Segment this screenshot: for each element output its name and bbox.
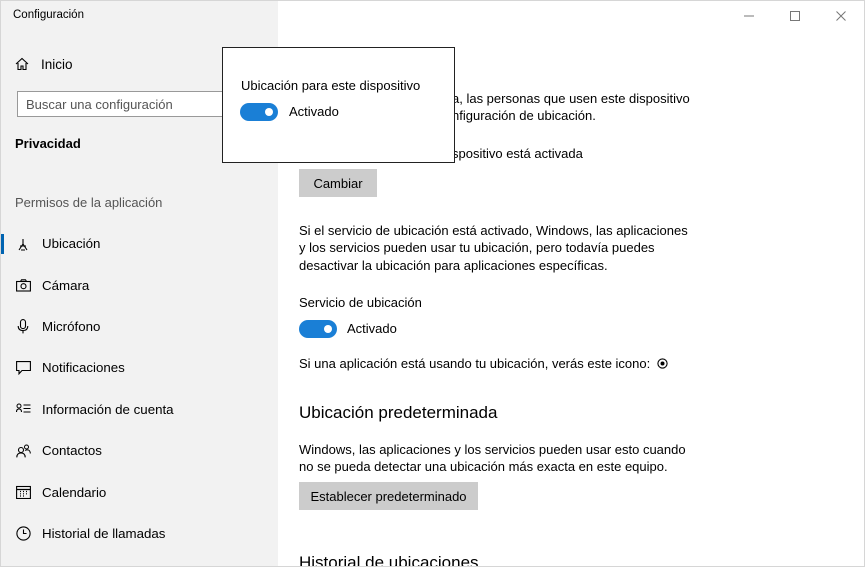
notifications-icon (15, 360, 31, 376)
service-description-line3: desactivar la ubicación para aplicacione… (299, 258, 608, 273)
sidebar-item-label: Cámara (42, 277, 90, 293)
minimize-icon (744, 15, 754, 17)
sidebar-item-label: Contactos (42, 443, 102, 459)
location-icon-note: Si una aplicación está usando tu ubicaci… (299, 355, 668, 373)
sidebar-item-label: Ubicación (42, 236, 101, 252)
sidebar-item-label: Información de cuenta (42, 401, 174, 417)
intro-text-line2: nfiguración de ubicación. (452, 108, 596, 123)
location-service-toggle[interactable] (299, 320, 337, 338)
calendar-icon (15, 484, 31, 500)
contacts-icon (15, 443, 31, 459)
maximize-button[interactable] (772, 1, 818, 31)
sidebar-item-contacts[interactable]: Contactos (1, 430, 278, 471)
device-status-text: spositivo está activada (452, 146, 583, 161)
sidebar-item-location[interactable]: Ubicación (1, 223, 278, 264)
service-state-label: Activado (347, 321, 397, 336)
service-label: Servicio de ubicación (299, 295, 422, 310)
home-icon (15, 57, 29, 71)
default-description-line1: Windows, las aplicaciones y los servicio… (299, 442, 686, 457)
set-default-button[interactable]: Establecer predeterminado (299, 482, 478, 510)
service-description-line2: y los servicios pueden usar tu ubicación… (299, 240, 655, 255)
maximize-icon (790, 11, 800, 21)
sidebar-item-label: Calendario (42, 484, 107, 500)
home-link[interactable]: Inicio (15, 55, 73, 73)
dialog-title: Ubicación para este dispositivo (241, 78, 421, 93)
default-description-line2: no se pueda detectar una ubicación más e… (299, 459, 668, 474)
sidebar-item-account-info[interactable]: Información de cuenta (1, 389, 278, 430)
call-history-icon (15, 525, 31, 541)
location-in-use-icon (657, 358, 668, 369)
window-controls (726, 1, 864, 31)
device-location-dialog: Ubicación para este dispositivo Activado (222, 47, 455, 163)
close-button[interactable] (818, 1, 864, 31)
window-title: Configuración (13, 9, 84, 21)
service-description-line1: Si el servicio de ubicación está activad… (299, 223, 688, 238)
home-label: Inicio (41, 56, 73, 72)
camera-icon (15, 277, 31, 293)
sidebar-item-microphone[interactable]: Micrófono (1, 306, 278, 347)
sidebar-item-label: Micrófono (42, 318, 101, 334)
group-title: Permisos de la aplicación (15, 195, 163, 210)
settings-window: Configuración Inicio Privacidad Permisos… (0, 0, 865, 567)
location-icon-note-text: Si una aplicación está usando tu ubicaci… (299, 356, 651, 371)
dialog-state-label: Activado (289, 104, 339, 119)
intro-text-line1: a, las personas que usen este dispositiv… (452, 91, 690, 106)
location-history-heading: Historial de ubicaciones (299, 553, 479, 567)
close-icon (836, 11, 846, 21)
sidebar-nav: Ubicación Cámara Micrófono Notificacione… (1, 223, 278, 554)
sidebar-item-calendar[interactable]: Calendario (1, 471, 278, 512)
device-location-toggle[interactable] (240, 103, 278, 121)
account-info-icon (15, 401, 31, 417)
minimize-button[interactable] (726, 1, 772, 31)
location-icon (15, 236, 31, 252)
default-location-heading: Ubicación predeterminada (299, 403, 498, 422)
sidebar-item-label: Historial de llamadas (42, 525, 166, 541)
sidebar-item-label: Notificaciones (42, 360, 125, 376)
change-button[interactable]: Cambiar (299, 169, 377, 197)
sidebar-item-call-history[interactable]: Historial de llamadas (1, 513, 278, 554)
section-title: Privacidad (15, 136, 81, 151)
microphone-icon (15, 318, 31, 334)
sidebar-item-notifications[interactable]: Notificaciones (1, 347, 278, 388)
toggle-knob (324, 325, 332, 333)
sidebar-item-camera[interactable]: Cámara (1, 264, 278, 305)
toggle-knob (265, 108, 273, 116)
